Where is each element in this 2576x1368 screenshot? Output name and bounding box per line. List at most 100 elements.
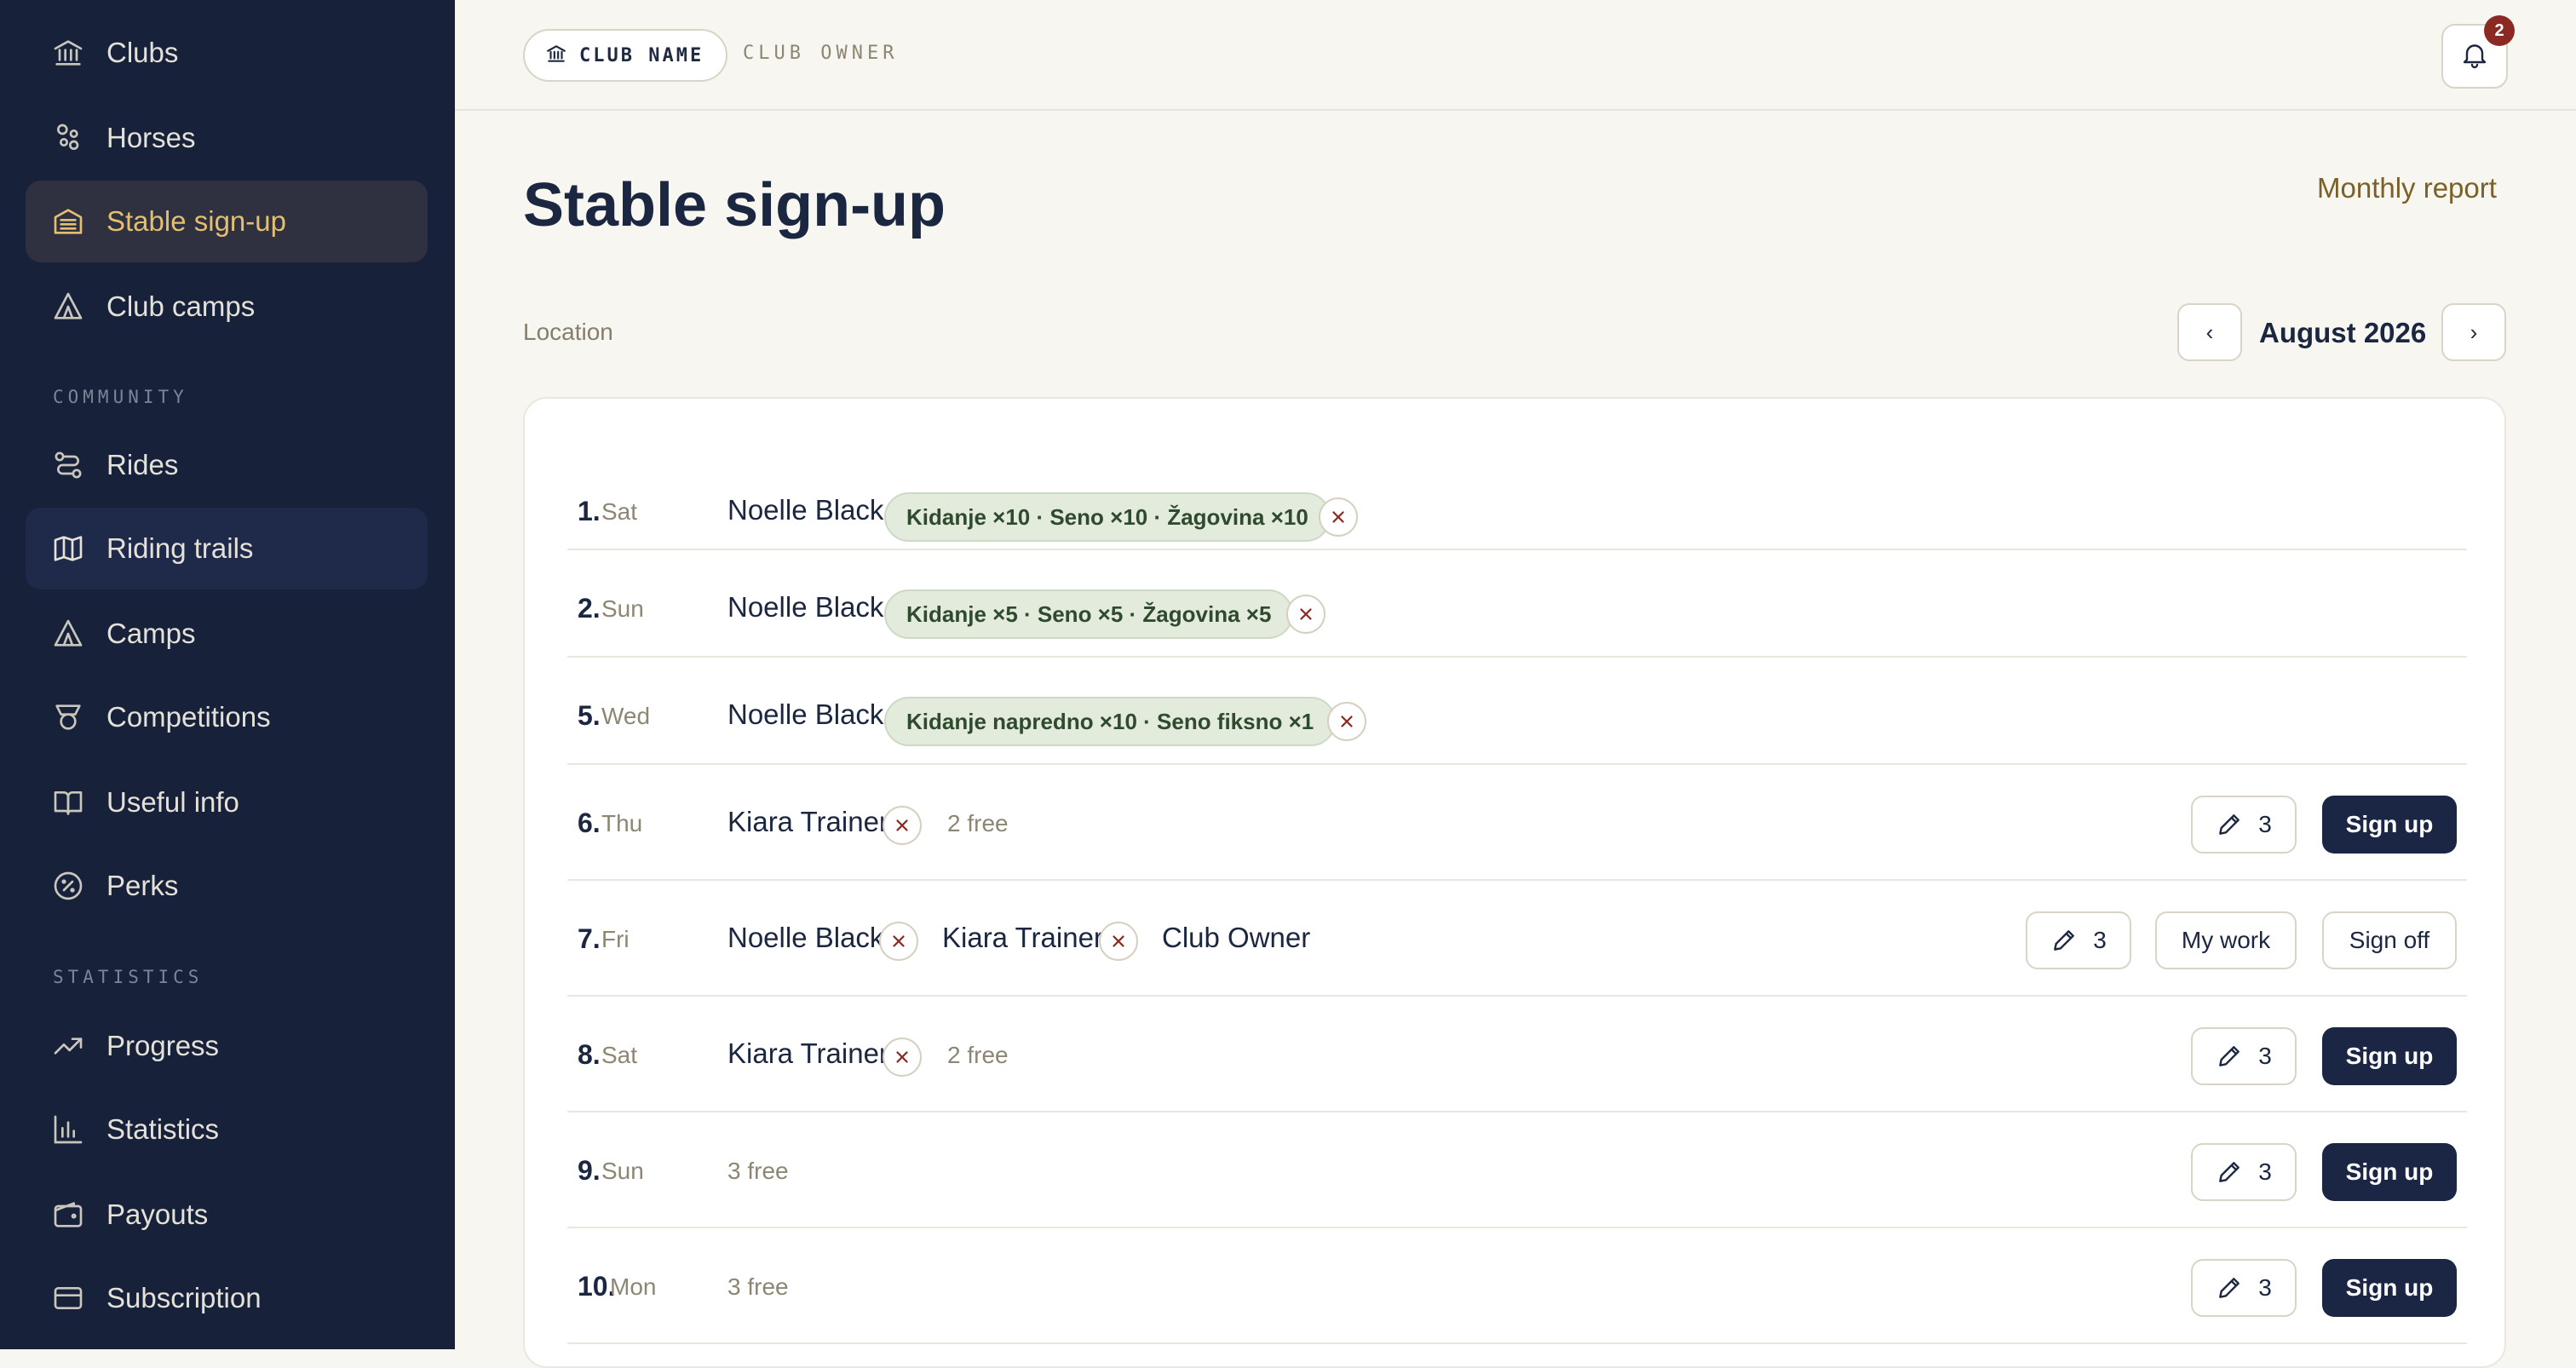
sidebar-item-rides[interactable]: Rides xyxy=(26,424,428,506)
person-name: Kiara Trainer xyxy=(727,806,888,837)
notification-badge: 2 xyxy=(2484,15,2515,46)
monthly-report-link[interactable]: Monthly report xyxy=(2317,172,2497,204)
sidebar-item-payouts[interactable]: Payouts xyxy=(26,1174,428,1256)
person-name: Noelle Black xyxy=(727,494,884,526)
edit-button[interactable]: 3 xyxy=(2191,796,2297,854)
person-name: Kiara Trainer xyxy=(942,922,1103,953)
day-name: Sat xyxy=(601,1042,638,1068)
remove-button[interactable] xyxy=(1319,497,1358,537)
sidebar-item-label: Useful info xyxy=(106,786,239,818)
day-name: Wed xyxy=(601,703,651,729)
sidebar-item-club-camps[interactable]: Club camps xyxy=(26,266,428,348)
sidebar-item-label: Riding trails xyxy=(106,532,254,564)
day-row: 10. Mon 3 free 3 Sign up xyxy=(567,1228,2467,1344)
day-number: 6. xyxy=(578,808,601,838)
sidebar-item-horses[interactable]: Horses xyxy=(26,97,428,179)
day-row: 9. Sun 3 free 3 Sign up xyxy=(567,1112,2467,1228)
prev-month-button[interactable]: ‹ xyxy=(2177,303,2242,361)
sidebar-item-statistics[interactable]: Statistics xyxy=(26,1089,428,1170)
sidebar-item-competitions[interactable]: Competitions xyxy=(26,676,428,758)
edit-count: 3 xyxy=(2258,811,2272,837)
day-number: 2. xyxy=(578,593,601,624)
close-icon xyxy=(1300,608,1312,620)
sidebar-item-label: Perks xyxy=(106,870,179,901)
sidebar-item-label: Payouts xyxy=(106,1198,209,1230)
edit-button[interactable]: 3 xyxy=(2191,1027,2297,1085)
club-name-pill[interactable]: CLUB NAME xyxy=(523,29,728,82)
stable-icon xyxy=(51,204,85,239)
sidebar-item-progress[interactable]: Progress xyxy=(26,1005,428,1087)
sign-off-button[interactable]: Sign off xyxy=(2322,911,2457,969)
sign-up-button[interactable]: Sign up xyxy=(2322,796,2457,854)
discount-icon xyxy=(51,869,85,903)
day-number: 8. xyxy=(578,1039,601,1070)
bar-chart-icon xyxy=(51,1112,85,1147)
sidebar-item-camps[interactable]: Camps xyxy=(26,593,428,675)
remove-button[interactable] xyxy=(1286,595,1325,634)
trending-up-icon xyxy=(51,1029,85,1063)
route-icon xyxy=(51,448,85,482)
close-icon xyxy=(1332,511,1344,523)
sidebar-item-label: Stable sign-up xyxy=(106,205,286,237)
day-name: Mon xyxy=(610,1273,657,1300)
person-name: Club Owner xyxy=(1162,922,1311,953)
remove-button[interactable] xyxy=(1327,702,1366,741)
day-name: Fri xyxy=(601,926,630,952)
edit-button[interactable]: 3 xyxy=(2191,1259,2297,1317)
bank-icon xyxy=(51,36,85,70)
remove-button[interactable] xyxy=(1099,922,1138,961)
next-month-button[interactable]: › xyxy=(2441,303,2506,361)
free-slots: 3 free xyxy=(727,1158,789,1184)
day-name: Thu xyxy=(601,810,643,836)
day-number: 9. xyxy=(578,1155,601,1186)
edit-button[interactable]: 3 xyxy=(2026,911,2131,969)
medal-icon xyxy=(51,700,85,734)
sidebar-item-subscription[interactable]: Subscription xyxy=(26,1257,428,1339)
bell-icon xyxy=(2459,39,2490,74)
chevron-right-icon: › xyxy=(2470,319,2478,345)
sidebar-item-label: Competitions xyxy=(106,701,271,733)
sidebar-item-label: Statistics xyxy=(106,1113,220,1145)
sidebar-item-clubs[interactable]: Clubs xyxy=(26,12,428,94)
edit-button[interactable]: 3 xyxy=(2191,1143,2297,1201)
pencil-icon xyxy=(2219,1278,2240,1298)
remove-button[interactable] xyxy=(883,1037,922,1077)
day-row: 2. Sun Noelle Black Kidanje ×5 · Seno ×5… xyxy=(567,550,2467,658)
day-row: 8. Sat Kiara Trainer 2 free 3 Sign up xyxy=(567,997,2467,1112)
day-number: 7. xyxy=(578,923,601,954)
sidebar-item-label: Clubs xyxy=(106,37,179,68)
day-row: 7. Fri Noelle Black Kiara Trainer Club O… xyxy=(567,881,2467,997)
my-work-button[interactable]: My work xyxy=(2155,911,2297,969)
close-icon xyxy=(1113,935,1124,947)
remove-button[interactable] xyxy=(879,922,918,961)
sidebar-item-useful-info[interactable]: Useful info xyxy=(26,762,428,843)
location-label: Location xyxy=(523,319,613,345)
day-number: 1. xyxy=(578,496,601,526)
sign-up-button[interactable]: Sign up xyxy=(2322,1027,2457,1085)
sign-up-button[interactable]: Sign up xyxy=(2322,1143,2457,1201)
close-icon xyxy=(1341,716,1353,727)
remove-button[interactable] xyxy=(883,806,922,845)
sidebar-item-label: Rides xyxy=(106,449,179,480)
sidebar-item-stable-signup[interactable]: Stable sign-up xyxy=(26,181,428,262)
map-icon xyxy=(51,532,85,566)
day-row: 1. Sat Noelle Black Kidanje ×10 · Seno ×… xyxy=(567,467,2467,550)
edit-count: 3 xyxy=(2258,1043,2272,1069)
tent-icon xyxy=(51,617,85,651)
close-icon xyxy=(893,935,905,947)
close-icon xyxy=(896,1051,908,1063)
sidebar-item-label: Subscription xyxy=(106,1282,262,1313)
sidebar-item-riding-trails[interactable]: Riding trails xyxy=(26,508,428,589)
wallet-icon xyxy=(51,1198,85,1232)
horse-icon xyxy=(51,121,85,155)
free-slots: 3 free xyxy=(727,1273,789,1300)
day-row: 6. Thu Kiara Trainer 2 free 3 Sign up xyxy=(567,765,2467,881)
sidebar-item-perks[interactable]: Perks xyxy=(26,845,428,927)
sign-up-button[interactable]: Sign up xyxy=(2322,1259,2457,1317)
signup-calendar-card: 1. Sat Noelle Black Kidanje ×10 · Seno ×… xyxy=(523,397,2506,1368)
day-name: Sat xyxy=(601,498,638,525)
section-community: COMMUNITY xyxy=(53,387,188,407)
free-slots: 2 free xyxy=(947,1042,1009,1068)
person-name: Kiara Trainer xyxy=(727,1037,888,1069)
day-row: 5. Wed Noelle Black Kidanje napredno ×10… xyxy=(567,658,2467,765)
